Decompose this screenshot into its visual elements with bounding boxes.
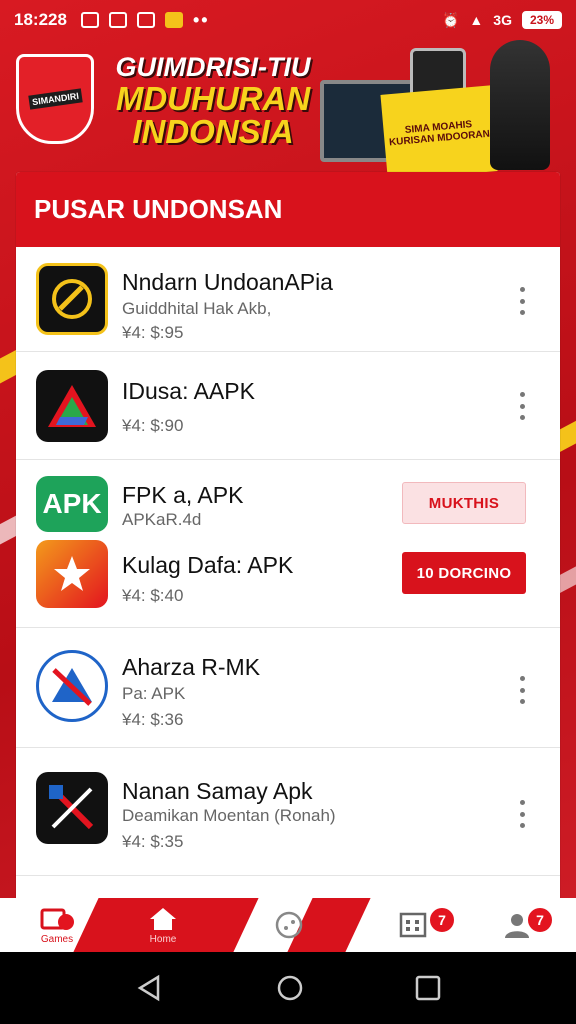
download-button[interactable]: 10 DORCINO: [402, 552, 526, 594]
notification-badge: 7: [526, 906, 554, 934]
app-price: ¥4: $:40: [122, 586, 184, 605]
home-icon: [150, 907, 176, 930]
apps-icon: [399, 912, 427, 938]
nav-games[interactable]: Games: [22, 898, 92, 952]
brand-logo: SIMANDIRI: [16, 54, 94, 144]
explore-icon: [275, 911, 303, 939]
promo-card: SIMA MOAHIS KURISAN MDOORAN: [380, 85, 498, 175]
list-item-group: APK FPK a, APK APKaR.4d MUKTHIS Kulag Da…: [16, 460, 560, 628]
more-options-icon[interactable]: [514, 392, 530, 420]
banner-title: GUIMDRISI-TIU MDUHURAN INDONSIA: [98, 52, 328, 151]
system-navigation-bar: [0, 952, 576, 1024]
brand-logo-text: SIMANDIRI: [27, 88, 83, 110]
list-item[interactable]: Nanan Samay Apk Deamikan Moentan (Ronah)…: [16, 748, 560, 876]
app-price: ¥4: $:35: [122, 832, 184, 851]
app-name: Nndarn UndoanAPia: [122, 269, 333, 295]
app-name: Kulag Dafa: APK: [122, 552, 294, 578]
app-icon: [36, 772, 108, 844]
more-options-icon[interactable]: [514, 287, 530, 315]
app-name: Aharza R-MK: [122, 654, 261, 680]
banner-title-line2: MDUHURAN: [115, 79, 311, 117]
app-icon: [36, 650, 108, 722]
app-subtitle: Guiddhital Hak Akb,: [122, 299, 272, 318]
app-name: FPK a, APK: [122, 482, 244, 508]
app-price: ¥4: $:95: [122, 323, 184, 342]
nav-label: Home: [149, 933, 177, 945]
section-title: PUSAR UNDONSAN: [16, 172, 560, 247]
message-icon: [108, 12, 127, 28]
app-icon: [36, 263, 108, 335]
list-item[interactable]: IDusa: AAPK ¥4: $:90: [16, 352, 560, 460]
shield-icon: [136, 12, 155, 28]
battery-icon: 23%: [521, 11, 562, 29]
nav-label: Games: [40, 933, 74, 945]
banner-title-line3: INDONSIA: [132, 113, 294, 151]
alert-icon: [164, 12, 183, 28]
banner-title-line1: GUIMDRISI-TIU: [115, 52, 311, 82]
list-item[interactable]: Nndarn UndoanAPia Guiddhital Hak Akb, ¥4…: [16, 247, 560, 352]
apk-icon: APK: [36, 476, 108, 532]
nav-home[interactable]: Home: [128, 898, 198, 952]
notification-badge: 7: [428, 906, 456, 934]
signal-icon: ▲: [469, 12, 484, 28]
install-button[interactable]: MUKTHIS: [402, 482, 526, 524]
more-notifications-icon: ••: [192, 9, 210, 30]
notification-icon: [80, 12, 99, 28]
app-list-card: PUSAR UNDONSAN Nndarn UndoanAPia Guiddhi…: [16, 172, 560, 932]
bottom-navigation: Games Home 7 7: [0, 898, 576, 952]
star-icon: [54, 556, 90, 591]
more-options-icon[interactable]: [514, 800, 530, 828]
game-icon: [40, 908, 74, 930]
blocked-icon: [49, 785, 94, 830]
axe-icon: [52, 279, 92, 319]
home-button-icon[interactable]: [276, 974, 304, 1002]
app-name: IDusa: AAPK: [122, 378, 255, 404]
triangle-logo-icon: [48, 385, 96, 427]
app-subtitle: Deamikan Moentan (Ronah): [122, 806, 336, 825]
list-item[interactable]: Aharza R-MK Pa: APK ¥4: $:36: [16, 628, 560, 748]
network-label: 3G: [493, 12, 512, 28]
app-price: ¥4: $:36: [122, 710, 184, 729]
app-icon: [36, 540, 108, 608]
microphone-illustration: [490, 40, 550, 170]
recents-icon[interactable]: [414, 974, 442, 1002]
status-time: 18:228: [14, 10, 67, 29]
nav-explore[interactable]: [254, 898, 324, 952]
app-subtitle: APKaR.4d: [122, 510, 202, 529]
promo-banner[interactable]: SIMANDIRI GUIMDRISI-TIU MDUHURAN INDONSI…: [0, 40, 576, 175]
app-price: ¥4: $:90: [122, 416, 184, 435]
app-subtitle: Pa: APK: [122, 684, 186, 703]
crossed-logo-icon: [52, 668, 92, 706]
app-name: Nanan Samay Apk: [122, 778, 313, 804]
back-icon[interactable]: [136, 974, 164, 1002]
more-options-icon[interactable]: [514, 676, 530, 704]
app-icon: [36, 370, 108, 442]
status-bar: 18:228 •• ⏰ ▲ 3G 23%: [0, 0, 576, 40]
alarm-icon: ⏰: [441, 11, 460, 28]
